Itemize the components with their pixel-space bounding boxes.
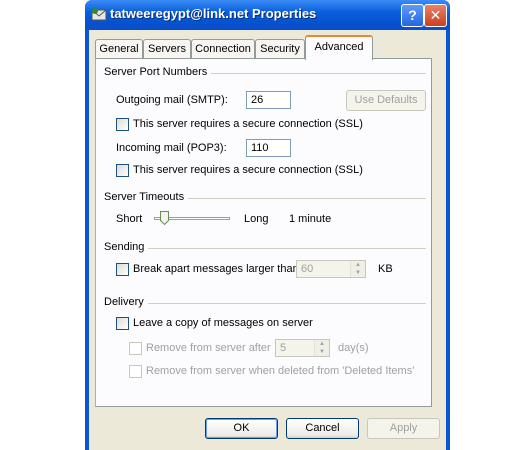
- group-divider: [104, 303, 426, 304]
- pop3-ssl-label: This server requires a secure connection…: [133, 164, 363, 176]
- spin-down-icon[interactable]: ▼: [315, 348, 329, 356]
- leave-copy-label: Leave a copy of messages on server: [133, 317, 313, 329]
- kb-unit-label: KB: [378, 263, 393, 275]
- spin-down-icon[interactable]: ▼: [351, 269, 365, 277]
- timeout-value-label: 1 minute: [289, 213, 332, 225]
- remove-after-label: Remove from server after: [146, 342, 271, 354]
- remove-after-checkbox[interactable]: [129, 342, 142, 355]
- smtp-ssl-label: This server requires a secure connection…: [133, 118, 363, 130]
- timeout-slider-thumb[interactable]: [160, 211, 169, 225]
- remove-deleted-checkbox[interactable]: [129, 365, 142, 378]
- remove-deleted-label: Remove from server when deleted from 'De…: [146, 365, 415, 377]
- pop3-port-input[interactable]: 110: [246, 139, 291, 157]
- leave-copy-checkbox[interactable]: [116, 317, 129, 330]
- timeout-long-label: Long: [244, 213, 269, 225]
- break-apart-spinner[interactable]: ▲ ▼: [350, 261, 365, 277]
- spin-up-icon[interactable]: ▲: [351, 261, 365, 269]
- server-port-numbers-heading: Server Port Numbers: [104, 66, 212, 78]
- group-divider: [104, 248, 426, 249]
- tab-general[interactable]: General: [95, 39, 143, 58]
- delivery-heading: Delivery: [104, 296, 148, 308]
- pop3-ssl-checkbox[interactable]: [116, 164, 129, 177]
- pop3-label: Incoming mail (POP3):: [116, 142, 227, 154]
- ok-button[interactable]: OK: [205, 418, 278, 439]
- sending-heading: Sending: [104, 241, 149, 253]
- window-title: tatweeregypt@link.net Properties: [110, 6, 317, 21]
- spin-up-icon[interactable]: ▲: [315, 340, 329, 348]
- smtp-port-input[interactable]: 26: [246, 91, 291, 109]
- tab-security[interactable]: Security: [255, 39, 305, 58]
- use-defaults-button[interactable]: Use Defaults: [346, 90, 426, 111]
- dialog-client-area: General Servers Connection Security Adva…: [89, 30, 446, 450]
- mail-account-icon: [91, 8, 107, 21]
- break-apart-checkbox[interactable]: [116, 263, 129, 276]
- days-unit-label: day(s): [338, 342, 369, 354]
- break-apart-label: Break apart messages larger than: [133, 263, 299, 275]
- close-button[interactable]: ✕: [424, 4, 447, 27]
- properties-dialog: tatweeregypt@link.net Properties ? ✕ Gen…: [85, 0, 450, 450]
- advanced-tab-panel: Server Port Numbers Outgoing mail (SMTP)…: [95, 58, 432, 407]
- server-timeouts-heading: Server Timeouts: [104, 191, 189, 203]
- cancel-button[interactable]: Cancel: [286, 418, 359, 439]
- apply-button[interactable]: Apply: [367, 418, 440, 439]
- title-bar[interactable]: tatweeregypt@link.net Properties ? ✕: [85, 0, 450, 30]
- smtp-ssl-checkbox[interactable]: [116, 118, 129, 131]
- tab-advanced[interactable]: Advanced: [305, 35, 373, 60]
- smtp-label: Outgoing mail (SMTP):: [116, 94, 228, 106]
- timeout-short-label: Short: [116, 213, 143, 225]
- tab-servers[interactable]: Servers: [143, 39, 191, 58]
- help-button[interactable]: ?: [401, 4, 424, 27]
- tab-connection[interactable]: Connection: [191, 39, 255, 58]
- remove-after-spinner[interactable]: ▲ ▼: [314, 340, 329, 356]
